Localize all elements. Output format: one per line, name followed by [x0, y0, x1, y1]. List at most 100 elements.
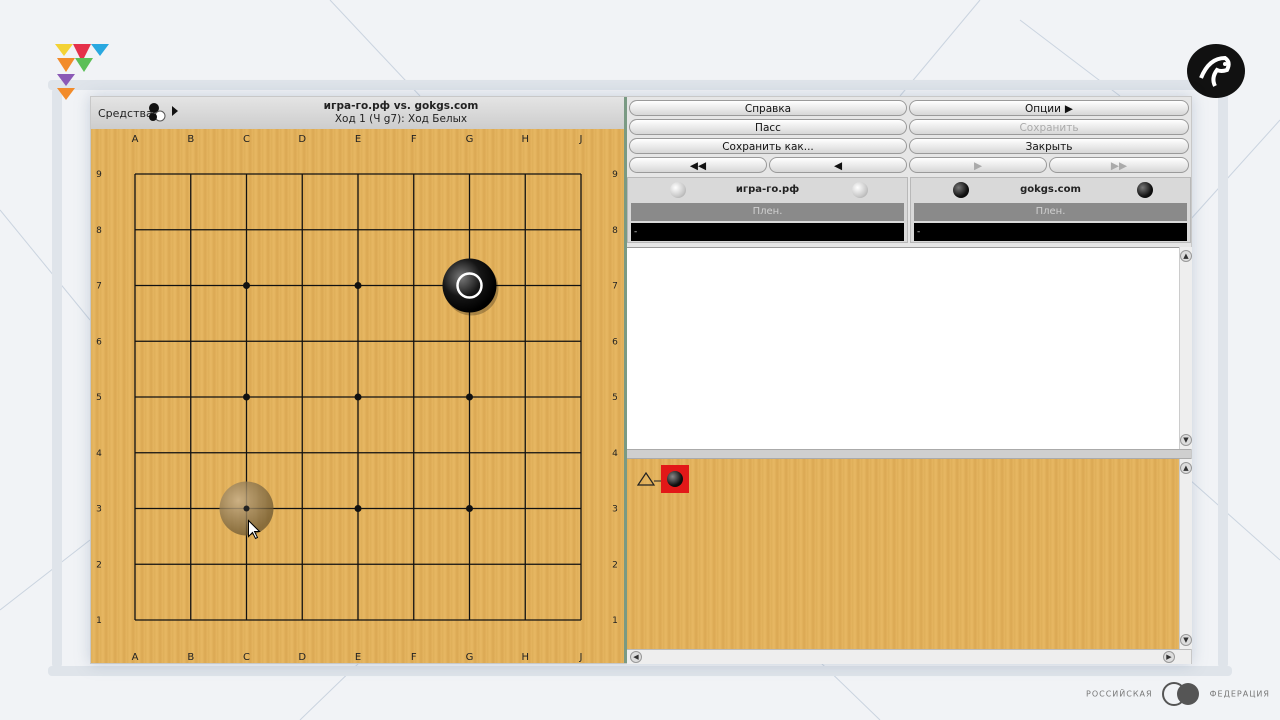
- column-label: D: [298, 134, 306, 145]
- star-point: [354, 393, 362, 401]
- footer-brand: РОССИЙСКАЯ ФЕДЕРАЦИЯ: [1086, 680, 1270, 708]
- go-board[interactable]: A A B B C C D D E E F F G G H H J J 9 9 8 8 7 7 6 6 5 5 4 4 3 3 2 2 1 1: [91, 129, 624, 663]
- row-label: 3: [96, 505, 102, 515]
- save-as-button[interactable]: Сохранить как...: [629, 138, 907, 154]
- column-label: E: [355, 652, 361, 663]
- game-titlebar: Средства игра-го.рф vs. gokgs.com Ход 1 …: [91, 97, 624, 130]
- federation-logo-icon: [1156, 680, 1206, 708]
- options-button[interactable]: Опции ▶: [909, 100, 1189, 116]
- row-label: 1: [96, 616, 102, 626]
- rewind-icon: ◀◀: [689, 160, 707, 172]
- column-label: A: [132, 134, 139, 145]
- white-captures: Плен.: [631, 203, 904, 221]
- star-point: [243, 505, 250, 512]
- tree-node-move-1[interactable]: [661, 465, 689, 493]
- column-label: D: [298, 652, 306, 663]
- row-label: 2: [612, 560, 618, 570]
- black-player-panel: gokgs.com Плен. -: [910, 177, 1191, 243]
- tree-scrollbar[interactable]: ▲ ▼: [1179, 459, 1192, 649]
- control-panel: Справка Опции ▶ Пасс Сохранить Сохранить …: [627, 97, 1192, 664]
- row-label: 5: [96, 393, 102, 403]
- scroll-down-icon[interactable]: ▼: [1180, 634, 1192, 646]
- root-triangle-icon[interactable]: [637, 471, 661, 487]
- star-point: [243, 393, 250, 401]
- pane-splitter[interactable]: [627, 449, 1191, 459]
- footer-right-text: ФЕДЕРАЦИЯ: [1209, 689, 1270, 699]
- game-tree[interactable]: [627, 459, 1179, 649]
- scroll-up-icon[interactable]: ▲: [1180, 250, 1192, 262]
- column-label: F: [411, 652, 417, 663]
- row-label: 8: [96, 226, 102, 236]
- scroll-left-icon[interactable]: ◀: [630, 651, 642, 663]
- white-player-panel: игра-го.рф Плен. -: [627, 177, 908, 243]
- column-label: H: [521, 652, 529, 663]
- first-move-button[interactable]: ◀◀: [629, 157, 767, 173]
- column-label: J: [579, 652, 583, 663]
- partner-logo-icon: [1187, 44, 1245, 98]
- black-stone-icon: [1137, 182, 1153, 198]
- black-clock: -: [914, 223, 1187, 241]
- board-grid[interactable]: A A B B C C D D E E F F G G H H J J 9 9 8 8 7 7 6 6 5 5 4 4 3 3 2 2 1 1: [91, 129, 624, 663]
- column-label: J: [579, 134, 583, 145]
- save-button[interactable]: Сохранить: [909, 119, 1189, 135]
- comment-area[interactable]: [627, 247, 1179, 450]
- step-forward-icon: ▶: [973, 160, 983, 172]
- go-game-window: Средства игра-го.рф vs. gokgs.com Ход 1 …: [90, 96, 1192, 664]
- column-label: B: [187, 134, 194, 145]
- row-label: 1: [612, 616, 618, 626]
- white-clock: -: [631, 223, 904, 241]
- star-point: [354, 282, 362, 289]
- black-stone-icon: [667, 471, 683, 487]
- scroll-up-icon[interactable]: ▲: [1180, 462, 1192, 474]
- column-label: G: [466, 134, 474, 145]
- column-label: F: [411, 134, 417, 145]
- star-point: [466, 505, 473, 512]
- column-label: C: [243, 652, 250, 663]
- brand-logo-icon: [55, 44, 109, 100]
- game-players-title: игра-го.рф vs. gokgs.com: [323, 100, 479, 112]
- next-move-button[interactable]: ▶: [909, 157, 1047, 173]
- row-label: 4: [612, 449, 618, 459]
- star-point: [243, 282, 250, 289]
- game-title: игра-го.рф vs. gokgs.com Ход 1 (Ч g7): Х…: [251, 100, 551, 126]
- scroll-down-icon[interactable]: ▼: [1180, 434, 1192, 446]
- row-label: 9: [96, 170, 102, 180]
- star-point: [354, 505, 362, 512]
- tree-hscrollbar[interactable]: ◀ ▶: [627, 649, 1191, 664]
- fast-forward-icon: ▶▶: [1110, 160, 1128, 172]
- row-label: 9: [612, 170, 618, 180]
- tools-stones-icon[interactable]: [146, 100, 180, 124]
- black-stone: [442, 258, 497, 313]
- pass-button[interactable]: Пасс: [629, 119, 907, 135]
- white-stone-icon: [852, 182, 868, 198]
- column-label: E: [355, 134, 361, 145]
- scroll-right-icon[interactable]: ▶: [1163, 651, 1175, 663]
- help-button[interactable]: Справка: [629, 100, 907, 116]
- row-label: 3: [612, 505, 618, 515]
- row-label: 8: [612, 226, 618, 236]
- black-captures: Плен.: [914, 203, 1187, 221]
- row-label: 7: [612, 282, 618, 292]
- row-label: 2: [96, 560, 102, 570]
- column-label: B: [187, 652, 194, 663]
- options-label: Опции: [1024, 103, 1061, 115]
- last-move-button[interactable]: ▶▶: [1049, 157, 1189, 173]
- close-button[interactable]: Закрыть: [909, 138, 1189, 154]
- row-label: 7: [96, 282, 102, 292]
- row-label: 4: [96, 449, 102, 459]
- column-label: G: [466, 652, 474, 663]
- move-status: Ход 1 (Ч g7): Ход Белых: [334, 113, 468, 125]
- row-label: 6: [612, 337, 618, 347]
- column-label: H: [521, 134, 529, 145]
- comment-scrollbar[interactable]: ▲ ▼: [1179, 247, 1192, 449]
- row-label: 5: [612, 393, 618, 403]
- star-point: [466, 393, 473, 401]
- row-label: 6: [96, 337, 102, 347]
- triangle-right-icon: ▶: [1064, 103, 1073, 115]
- footer-left-text: РОССИЙСКАЯ: [1086, 689, 1153, 699]
- column-label: A: [132, 652, 139, 663]
- step-back-icon: ◀: [833, 160, 843, 172]
- tools-menu[interactable]: Средства: [98, 107, 153, 120]
- column-label: C: [243, 134, 250, 145]
- prev-move-button[interactable]: ◀: [769, 157, 907, 173]
